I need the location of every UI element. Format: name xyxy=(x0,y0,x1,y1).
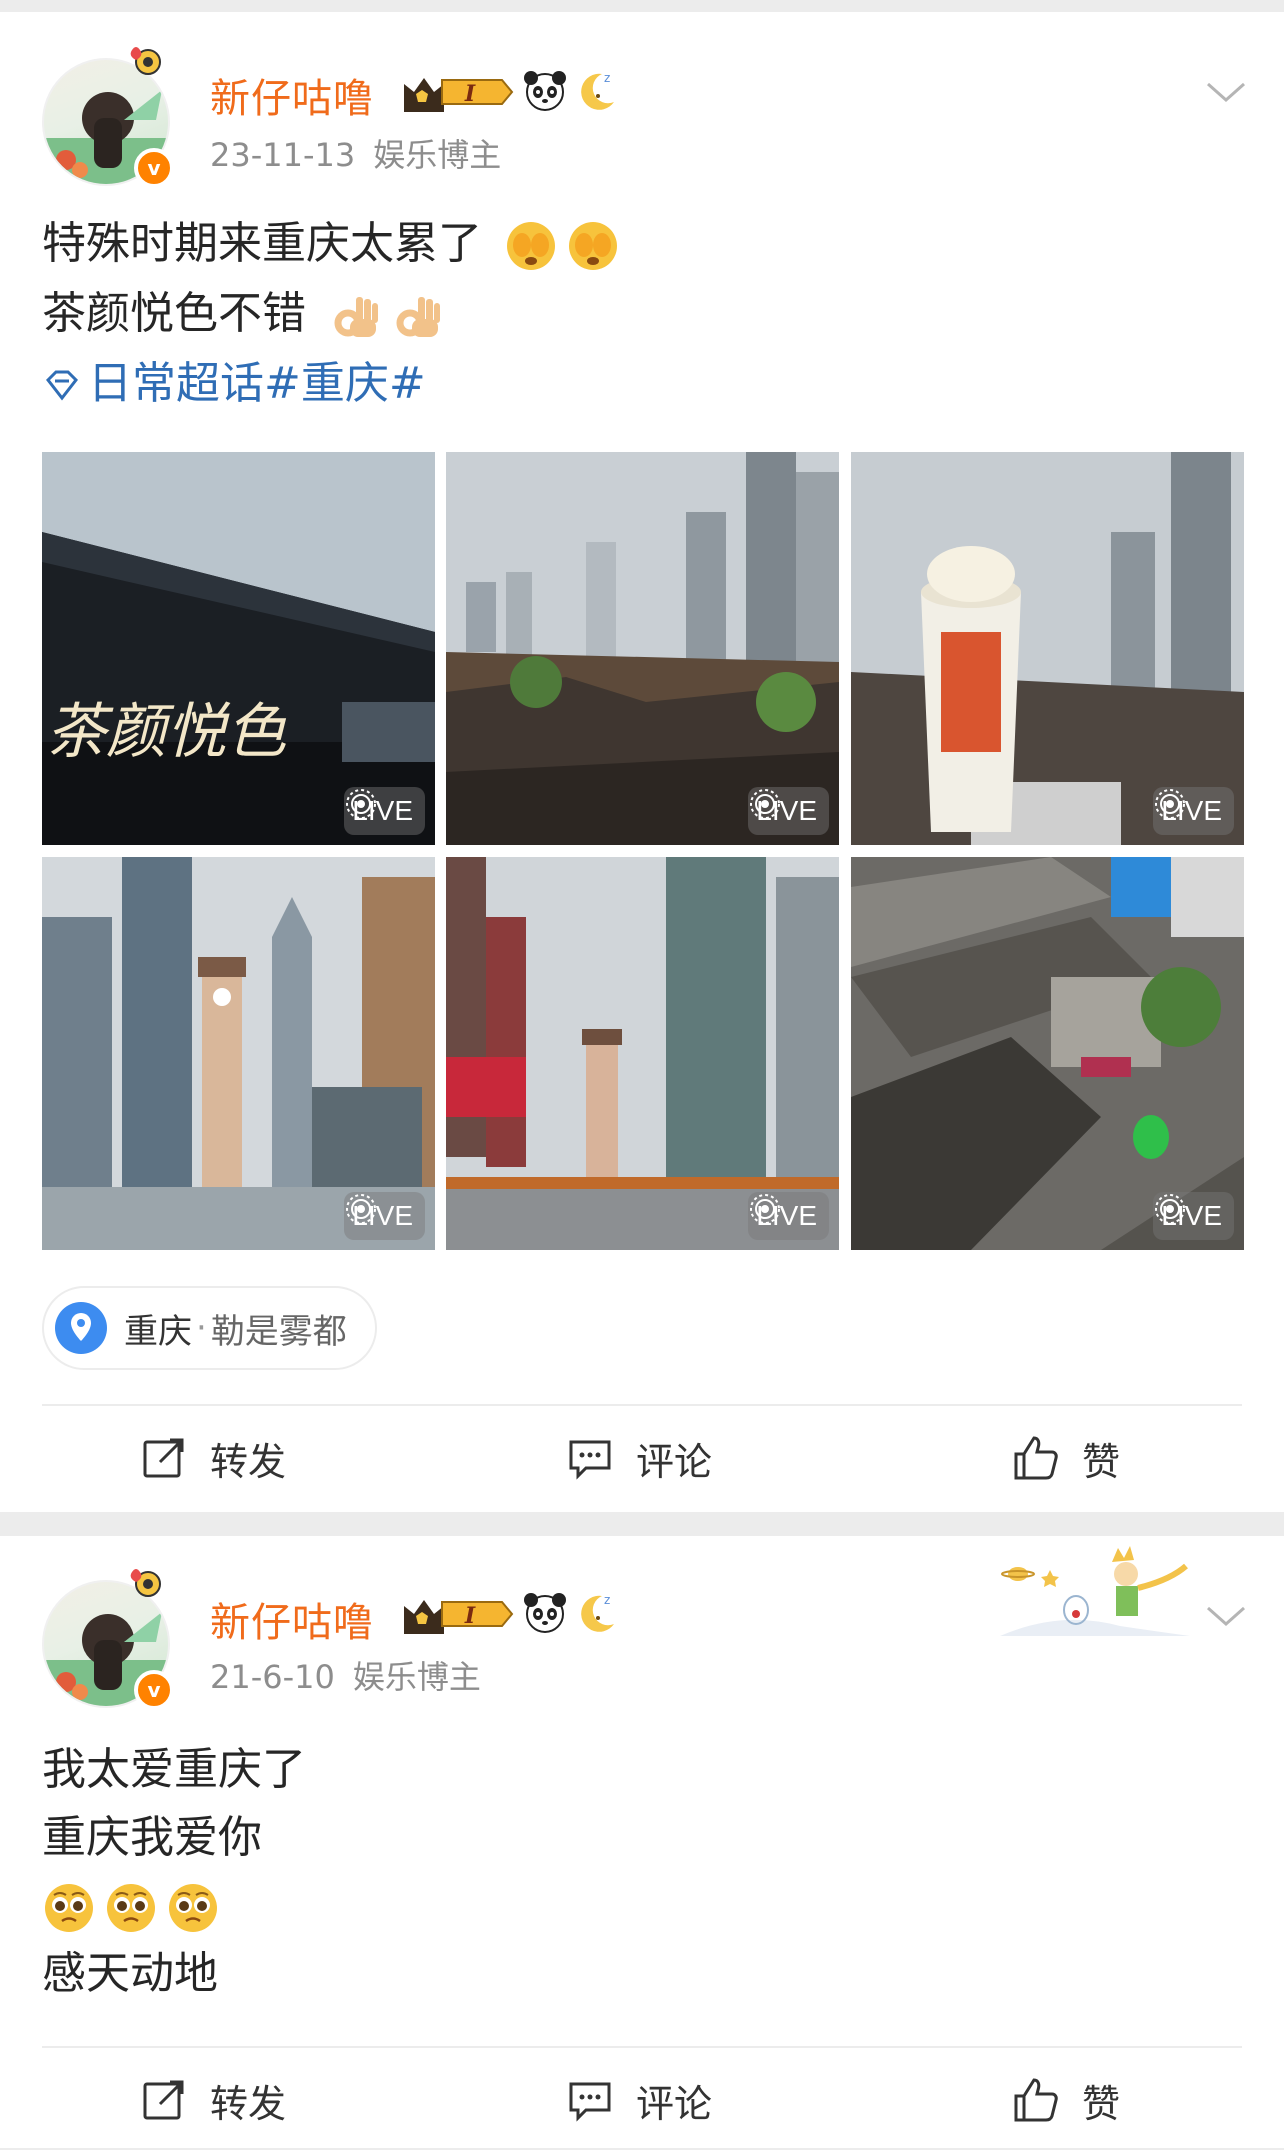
divider xyxy=(42,2046,1242,2048)
post-emoji-line xyxy=(42,1876,220,1936)
emoji-sweat-icon xyxy=(569,222,617,270)
post-meta: 23-11-13 娱乐博主 xyxy=(210,130,501,176)
live-badge: LIVE xyxy=(1153,1192,1234,1240)
post-text-line: 我太爱重庆了 xyxy=(42,1744,306,1795)
shop-sign-text: 茶颜悦色 xyxy=(46,697,287,767)
photo-thumbnail[interactable]: 茶颜悦色 LIVE xyxy=(42,452,435,845)
location-separator: · xyxy=(196,1308,207,1348)
emoji-sweat-icon xyxy=(507,222,555,270)
like-icon xyxy=(1014,1436,1058,1480)
repost-button[interactable]: 转发 xyxy=(140,2050,286,2150)
repost-icon xyxy=(143,1438,184,1478)
emoji-pleading-icon xyxy=(45,1884,93,1932)
chevron-down-icon[interactable] xyxy=(1204,78,1248,106)
like-button[interactable]: 赞 xyxy=(1012,2050,1120,2150)
username[interactable]: 新仔咕噜 xyxy=(210,1590,374,1648)
repost-icon xyxy=(143,2080,184,2120)
panda-icon xyxy=(524,1593,566,1633)
supertopic-diamond-icon xyxy=(46,370,78,401)
location-city: 重庆 xyxy=(124,1311,192,1352)
supertopic-link[interactable]: 日常超话#重庆# xyxy=(42,354,426,414)
location-pin-icon xyxy=(55,1302,107,1354)
svg-text:z: z xyxy=(604,71,610,85)
emoji-pleading-icon xyxy=(107,1884,155,1932)
live-badge: LIVE xyxy=(344,1192,425,1240)
post-meta: 21-6-10 娱乐博主 xyxy=(210,1652,481,1698)
avatar-decoration-icon xyxy=(130,47,161,75)
feed-post: v 新仔咕噜 I z 23-11-13 娱乐博主 特殊时期来重庆太累了 茶颜悦色… xyxy=(0,12,1284,1512)
emoji-pleading-icon xyxy=(169,1884,217,1932)
live-photo-icon xyxy=(1155,1194,1186,1224)
vip-level: I xyxy=(464,81,476,107)
photo-grid: 茶颜悦色 LIVE LIVE LIVE LIVE LIVE LIVE xyxy=(42,452,1244,1250)
live-photo-icon xyxy=(750,789,781,819)
svg-text:z: z xyxy=(604,1593,610,1607)
like-icon xyxy=(1014,2078,1058,2122)
live-photo-icon xyxy=(1155,789,1186,819)
photo-thumbnail[interactable]: LIVE xyxy=(446,452,839,845)
author-category: 娱乐博主 xyxy=(352,1658,481,1696)
emoji-ok-hand-icon xyxy=(396,297,440,337)
author-category: 娱乐博主 xyxy=(373,136,502,174)
avatar[interactable]: v xyxy=(42,1569,174,1710)
post-actions: 转发 评论 赞 xyxy=(0,2050,1284,2150)
photo-thumbnail[interactable]: LIVE xyxy=(851,857,1244,1250)
post-date[interactable]: 23-11-13 xyxy=(210,136,355,174)
moon-sleep-icon: z xyxy=(581,71,614,110)
photo-thumbnail[interactable]: LIVE xyxy=(446,857,839,1250)
photo-thumbnail[interactable]: LIVE xyxy=(851,452,1244,845)
live-badge: LIVE xyxy=(344,787,425,835)
post-text-line: 茶颜悦色不错 xyxy=(42,284,444,344)
comment-button[interactable]: 评论 xyxy=(566,2050,712,2150)
post-text-line: 特殊时期来重庆太累了 xyxy=(42,214,620,274)
location-tag[interactable]: 重庆 · 勒是雾都 xyxy=(42,1286,377,1370)
photo-thumbnail[interactable]: LIVE xyxy=(42,857,435,1250)
avatar-decoration-icon xyxy=(130,1569,161,1597)
comment-icon xyxy=(569,2082,611,2122)
vip-level: I xyxy=(464,1603,476,1629)
location-place: 勒是雾都 xyxy=(210,1311,347,1352)
avatar[interactable]: v xyxy=(42,47,174,188)
live-badge: LIVE xyxy=(748,787,829,835)
verified-badge-icon: v xyxy=(134,1670,174,1710)
vip-crown-badge-icon: I xyxy=(404,1600,514,1634)
comment-icon xyxy=(569,1440,611,1480)
live-photo-icon xyxy=(346,1194,377,1224)
panda-icon xyxy=(524,71,566,111)
live-photo-icon xyxy=(346,789,377,819)
chevron-down-icon[interactable] xyxy=(1204,1602,1248,1630)
repost-button[interactable]: 转发 xyxy=(140,1408,286,1508)
moon-sleep-icon: z xyxy=(581,1593,614,1632)
verified-badge-icon: v xyxy=(134,148,174,188)
comment-button[interactable]: 评论 xyxy=(566,1408,712,1508)
live-badge: LIVE xyxy=(1153,787,1234,835)
feed-post: v 新仔咕噜 I z 21-6-10 娱乐博主 我太爱重庆了 重庆我爱你 感天动… xyxy=(0,1536,1284,2148)
vip-crown-badge-icon: I xyxy=(404,78,514,112)
card-decoration-little-prince xyxy=(1000,1546,1190,1636)
like-button[interactable]: 赞 xyxy=(1012,1408,1120,1508)
post-actions: 转发 评论 赞 xyxy=(0,1408,1284,1508)
post-text-line: 感天动地 xyxy=(42,1948,218,1999)
live-badge: LIVE xyxy=(748,1192,829,1240)
live-photo-icon xyxy=(750,1194,781,1224)
post-date[interactable]: 21-6-10 xyxy=(210,1658,335,1696)
emoji-ok-hand-icon xyxy=(334,297,378,337)
post-text-line: 重庆我爱你 xyxy=(42,1812,262,1863)
divider xyxy=(42,1404,1242,1406)
username[interactable]: 新仔咕噜 xyxy=(210,66,374,124)
